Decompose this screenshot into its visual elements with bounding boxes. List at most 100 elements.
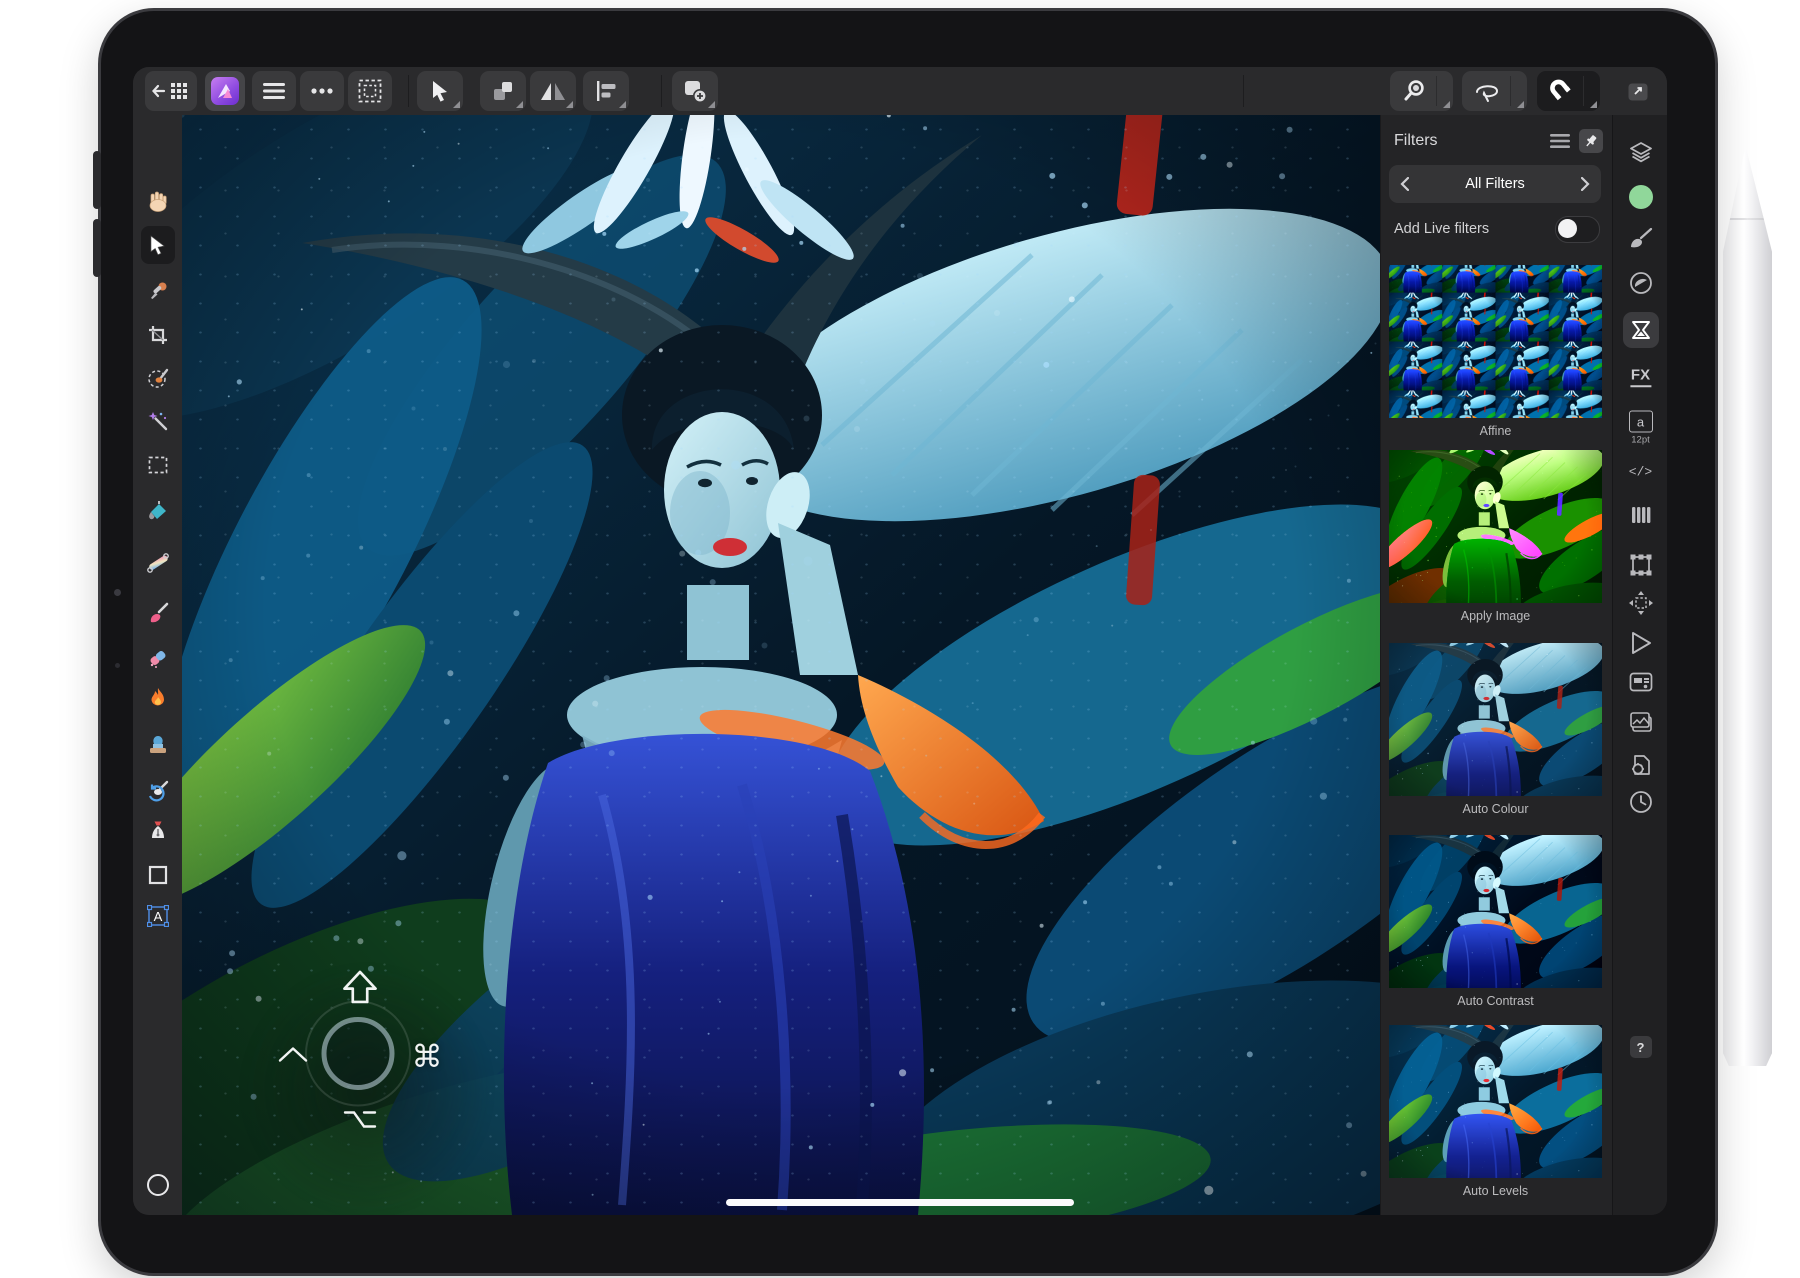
filter-item-auto-contrast[interactable]: Auto Contrast [1389, 835, 1602, 1008]
rectangle-shape-icon [148, 865, 168, 885]
lasso-icon [1474, 79, 1500, 103]
filter-item-auto-colour[interactable]: Auto Colour [1389, 643, 1602, 816]
pen-tool[interactable] [141, 814, 175, 848]
hamburger-icon [263, 83, 285, 99]
metadata-icon[interactable] [1629, 672, 1653, 692]
effects-icon[interactable]: FX [1630, 367, 1651, 387]
pen-nib-icon [148, 820, 168, 842]
pointer-tool-button[interactable] [417, 71, 463, 111]
adjustments-icon[interactable] [1629, 271, 1653, 295]
filter-item-apply-image[interactable]: Apply Image [1389, 450, 1602, 623]
paint-brush-tool[interactable] [141, 596, 175, 630]
chevron-left-icon[interactable] [1389, 177, 1420, 191]
align-tool-button[interactable] [583, 71, 629, 111]
back-button[interactable] [145, 71, 197, 111]
flip-tool-button[interactable] [530, 71, 576, 111]
toggle-knob [1558, 219, 1577, 238]
hand-icon [147, 190, 168, 212]
filters-icon[interactable] [1623, 312, 1659, 348]
panel-menu-button[interactable] [1550, 134, 1570, 148]
pin-icon [1584, 134, 1598, 148]
ipad-device: A [98, 8, 1718, 1276]
lasso-tool-button[interactable] [1462, 71, 1527, 111]
flood-select-tool[interactable] [141, 404, 175, 438]
filter-category-selector[interactable]: All Filters [1389, 165, 1601, 203]
undo-brush-tool[interactable] [141, 774, 175, 808]
command-modifier-button[interactable]: ⌘ [412, 1039, 443, 1075]
batch-settings-icon[interactable] [1629, 754, 1653, 778]
snapping-button[interactable] [1537, 71, 1600, 111]
marquee-select-tool[interactable] [141, 448, 175, 482]
live-filters-toggle[interactable] [1555, 216, 1600, 243]
zoom-tool-button[interactable] [1390, 71, 1453, 111]
colour-picker-tool[interactable] [141, 274, 175, 308]
volume-down-button [93, 219, 101, 277]
selection-brush-tool[interactable] [141, 361, 175, 395]
magnifier-icon [1402, 79, 1426, 103]
panel-title: Filters [1394, 132, 1550, 150]
affinity-photo-logo-button[interactable] [205, 71, 245, 111]
filter-thumbnail [1389, 265, 1602, 418]
stock-icon[interactable] [1629, 711, 1653, 733]
add-object-icon [683, 79, 707, 103]
magnet-icon [1549, 79, 1573, 103]
touch-joystick[interactable] [298, 994, 418, 1119]
align-icon [595, 80, 617, 102]
hamburger-icon [1550, 134, 1570, 148]
transform-icon[interactable] [1629, 553, 1653, 577]
more-button[interactable] [300, 71, 344, 111]
panel-pin-button[interactable] [1579, 129, 1603, 153]
menu-button[interactable] [252, 71, 296, 111]
desktop-background: A [0, 0, 1800, 1278]
move-pointer-tool[interactable] [141, 226, 175, 264]
macros-icon[interactable]: </> [1629, 465, 1652, 480]
shape-tool[interactable] [141, 858, 175, 892]
filters-panel-header: Filters [1394, 127, 1603, 155]
filter-item-auto-levels[interactable]: Auto Levels [1389, 1025, 1602, 1198]
text-styles-icon[interactable]: a 12pt [1629, 411, 1653, 446]
crop-tool[interactable] [141, 318, 175, 352]
clone-stamp-tool[interactable] [141, 728, 175, 762]
affinity-photo-logo-icon [211, 77, 239, 105]
toolbar-divider [408, 75, 409, 107]
filter-thumbnail [1389, 1025, 1602, 1178]
flame-icon [148, 687, 168, 709]
magic-wand-icon [147, 410, 169, 432]
collapse-panel-button[interactable] [1627, 82, 1649, 105]
volume-up-button [93, 151, 101, 209]
home-indicator[interactable] [726, 1199, 1074, 1206]
help-button[interactable]: ? [1630, 1036, 1652, 1058]
paint-brush-icon [147, 602, 169, 624]
play-icon[interactable] [1630, 631, 1652, 655]
selection-marquee-button[interactable] [348, 71, 392, 111]
erase-tool[interactable] [141, 641, 175, 675]
layers-icon[interactable] [1629, 141, 1653, 163]
brushes-icon[interactable] [1629, 227, 1653, 249]
paint-bucket-icon [147, 500, 169, 522]
colour-icon[interactable] [1628, 184, 1654, 210]
view-hand-tool[interactable] [141, 184, 175, 218]
navigator-icon[interactable] [1628, 590, 1654, 616]
crop-icon [148, 325, 168, 345]
filter-label: Auto Colour [1389, 802, 1602, 816]
flip-horizontal-icon [540, 81, 566, 101]
arrange-icon [491, 79, 515, 103]
marquee-rect-icon [148, 456, 168, 474]
gradient-tool[interactable] [141, 546, 175, 580]
channels-icon[interactable] [1630, 504, 1652, 526]
quick-menu-button[interactable] [147, 1174, 169, 1196]
studio-strip: FX a 12pt </> [1612, 115, 1667, 1215]
apple-pencil [1723, 146, 1772, 1066]
text-tool-icon: A [147, 905, 169, 927]
app-screen: A [133, 67, 1667, 1215]
history-icon[interactable] [1629, 790, 1653, 814]
chevron-right-icon[interactable] [1570, 177, 1601, 191]
add-object-button[interactable] [672, 71, 718, 111]
dodge-burn-tool[interactable] [141, 681, 175, 715]
fill-tool[interactable] [141, 494, 175, 528]
arrange-tool-button[interactable] [480, 71, 526, 111]
text-tool[interactable]: A [141, 899, 175, 933]
option-modifier-button[interactable] [342, 1108, 378, 1137]
filter-item-affine[interactable]: Affine [1389, 265, 1602, 438]
document-canvas[interactable]: ⌘ [182, 115, 1380, 1215]
